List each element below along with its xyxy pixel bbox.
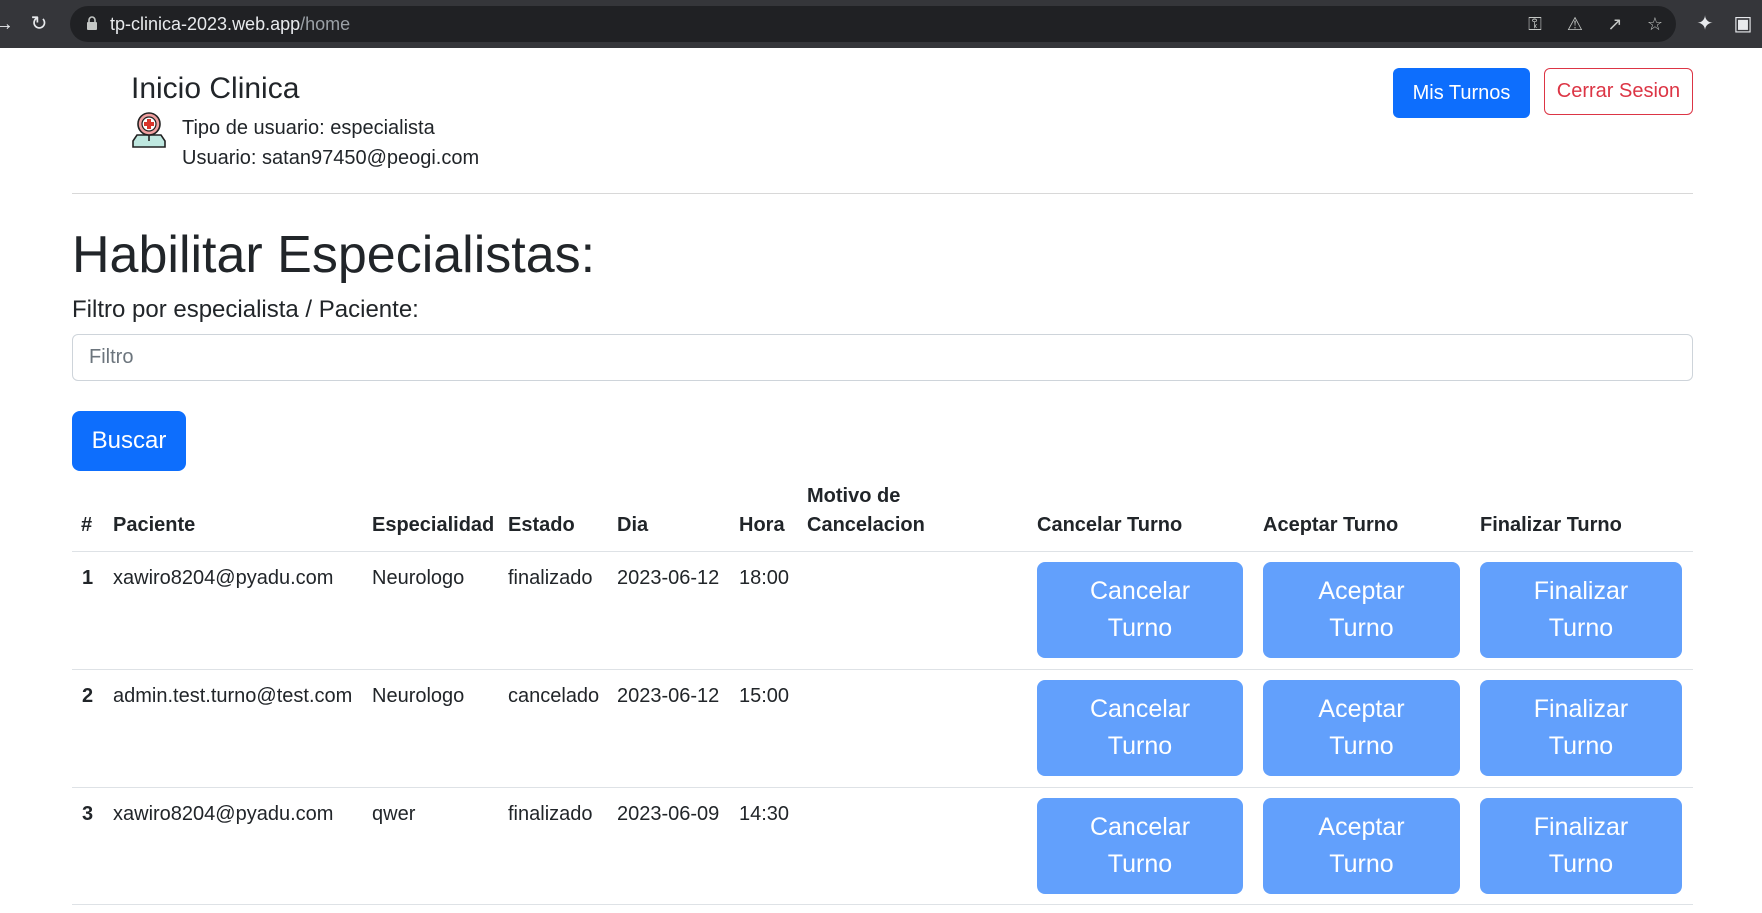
row-divider: [72, 669, 1693, 670]
page-title: Habilitar Especialistas:: [72, 226, 596, 284]
translate-icon[interactable]: ⚠: [1564, 13, 1586, 35]
finalizar-turno-button[interactable]: Finalizar Turno: [1480, 798, 1682, 894]
row-hora: 15:00: [739, 685, 790, 707]
cancelar-turno-button[interactable]: Cancelar Turno: [1037, 798, 1243, 894]
share-icon[interactable]: ↗: [1604, 13, 1626, 35]
row-estado: finalizado: [508, 803, 593, 825]
app-title: Inicio Clinica: [131, 72, 300, 105]
row-dia: 2023-06-09: [617, 803, 720, 825]
col-header-aceptar: Aceptar Turno: [1263, 514, 1399, 536]
cancelar-turno-button[interactable]: Cancelar Turno: [1037, 680, 1243, 776]
finalizar-turno-button[interactable]: Finalizar Turno: [1480, 680, 1682, 776]
row-paciente: admin.test.turno@test.com: [113, 685, 353, 707]
row-estado: cancelado: [508, 685, 600, 707]
browser-toolbar: → ↻ tp-clinica-2023.web.app/home ⚿ ⚠ ↗ ☆…: [0, 0, 1762, 48]
col-header-cancelar: Cancelar Turno: [1037, 514, 1183, 536]
star-icon[interactable]: ☆: [1644, 13, 1666, 35]
aceptar-turno-button[interactable]: Aceptar Turno: [1263, 798, 1460, 894]
user-type-text: Tipo de usuario: especialista: [182, 117, 435, 139]
forward-icon[interactable]: →: [0, 12, 16, 36]
row-dia: 2023-06-12: [617, 567, 720, 589]
mis-turnos-button[interactable]: Mis Turnos: [1393, 68, 1530, 118]
col-header-especialidad: Especialidad: [372, 514, 495, 536]
row-index: 2: [82, 685, 94, 707]
col-header-index: #: [81, 514, 93, 536]
lock-icon: [87, 16, 97, 30]
row-estado: finalizado: [508, 567, 593, 589]
key-icon[interactable]: ⚿: [1524, 13, 1546, 35]
user-email-text: Usuario: satan97450@peogi.com: [182, 147, 480, 169]
aceptar-turno-button[interactable]: Aceptar Turno: [1263, 680, 1460, 776]
url-text: tp-clinica-2023.web.app/home: [110, 14, 351, 34]
row-index: 3: [82, 803, 94, 825]
col-header-motivo-line2: Cancelacion: [807, 514, 925, 536]
row-especialidad: qwer: [372, 803, 416, 825]
table-header-divider: [72, 551, 1693, 552]
row-hora: 14:30: [739, 803, 790, 825]
aceptar-turno-button[interactable]: Aceptar Turno: [1263, 562, 1460, 658]
finalizar-turno-button[interactable]: Finalizar Turno: [1480, 562, 1682, 658]
side-panel-icon[interactable]: ▣: [1731, 12, 1755, 36]
row-paciente: xawiro8204@pyadu.com: [113, 567, 334, 589]
row-especialidad: Neurologo: [372, 685, 465, 707]
buscar-button[interactable]: Buscar: [72, 411, 186, 471]
row-index: 1: [82, 567, 94, 589]
reload-icon[interactable]: ↻: [27, 12, 51, 36]
col-header-finalizar: Finalizar Turno: [1480, 514, 1622, 536]
row-divider: [72, 904, 1693, 905]
extensions-icon[interactable]: ✦: [1693, 12, 1717, 36]
cerrar-sesion-button[interactable]: Cerrar Sesion: [1544, 68, 1693, 115]
col-header-hora: Hora: [739, 514, 785, 536]
col-header-estado: Estado: [508, 514, 575, 536]
cancelar-turno-button[interactable]: Cancelar Turno: [1037, 562, 1243, 658]
row-paciente: xawiro8204@pyadu.com: [113, 803, 334, 825]
col-header-dia: Dia: [617, 514, 649, 536]
header-divider: [72, 193, 1693, 194]
col-header-motivo-line1: Motivo de: [807, 485, 901, 507]
filter-label: Filtro por especialista / Paciente:: [72, 296, 419, 323]
row-divider: [72, 787, 1693, 788]
row-hora: 18:00: [739, 567, 790, 589]
clinic-logo-icon: [132, 112, 166, 148]
filter-input[interactable]: [72, 334, 1693, 381]
address-bar[interactable]: tp-clinica-2023.web.app/home ⚿ ⚠ ↗ ☆: [70, 6, 1676, 42]
row-especialidad: Neurologo: [372, 567, 465, 589]
col-header-paciente: Paciente: [113, 514, 196, 536]
row-dia: 2023-06-12: [617, 685, 720, 707]
